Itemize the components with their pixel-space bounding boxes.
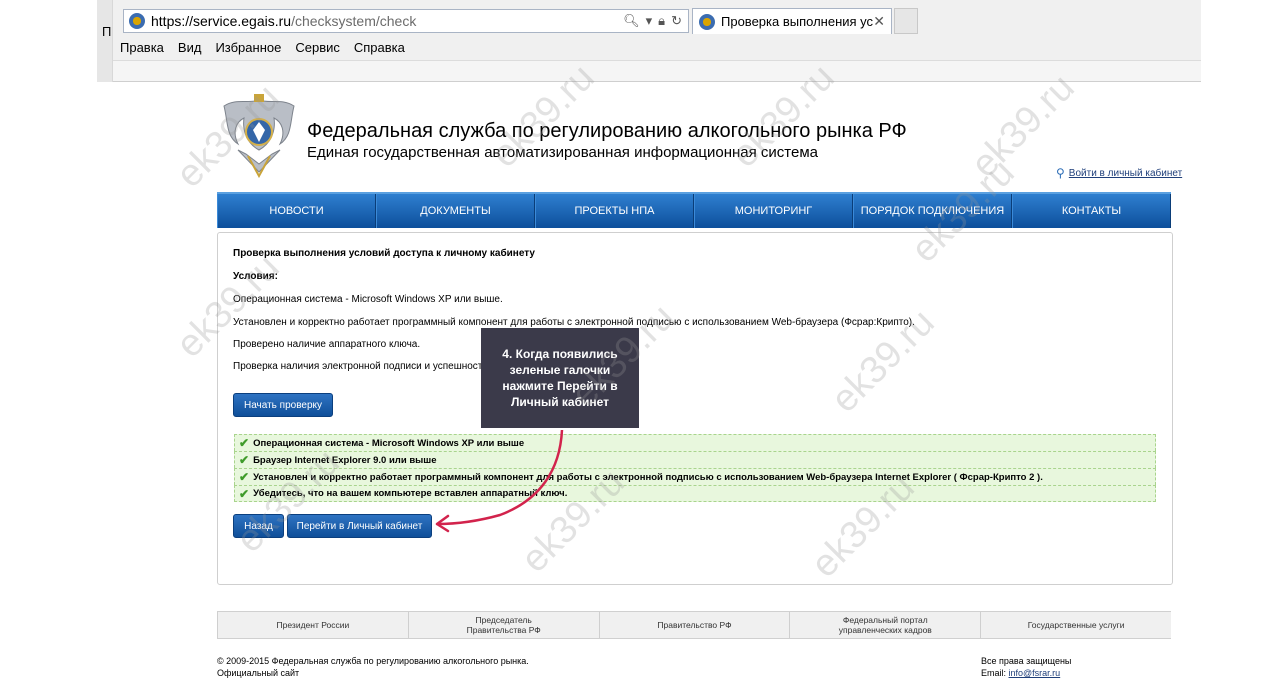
start-check-button[interactable]: Начать проверку (233, 393, 333, 417)
login-link[interactable]: ⚲ Войти в личный кабинет (1056, 166, 1182, 180)
menu-bar: Правка Вид Избранное Сервис Справка (113, 38, 1201, 58)
nav-documents[interactable]: ДОКУМЕНТЫ (376, 194, 535, 228)
check-panel: Проверка выполнения условий доступа к ли… (217, 232, 1173, 585)
footer-links: Президент России Председатель Правительс… (217, 611, 1171, 639)
tab-title: Проверка выполнения усл... (721, 14, 874, 29)
nav-monitoring[interactable]: МОНИТОРИНГ (694, 194, 853, 228)
footer-link-personnel-portal[interactable]: Федеральный портал управленческих кадров (789, 612, 980, 638)
background-window-caption: П (102, 24, 112, 39)
condition-line: Проверено наличие аппаратного ключа. (233, 339, 421, 350)
condition-line: Проверка наличия электронной подписи и у… (233, 361, 488, 372)
tab-favicon-icon (699, 13, 715, 30)
green-check-icon: ✔ (239, 453, 250, 467)
green-check-icon: ✔ (239, 486, 250, 501)
footer-link-gov-services[interactable]: Государственные услуги (980, 612, 1171, 638)
key-icon: ⚲ (1056, 166, 1065, 180)
nav-draft-acts[interactable]: ПРОЕКТЫ НПА (535, 194, 694, 228)
toolbar-strip (113, 60, 1201, 82)
check-results: ✔ Операционная система - Microsoft Windo… (234, 434, 1156, 502)
check-row: ✔ Браузер Internet Explorer 9.0 или выше (234, 451, 1156, 468)
dropdown-arrow-icon[interactable]: ▾ (646, 13, 653, 29)
search-icon[interactable]: 🔍︎ (623, 13, 640, 29)
nav-connection-procedure[interactable]: ПОРЯДОК ПОДКЛЮЧЕНИЯ (853, 194, 1012, 228)
site-title: Федеральная служба по регулированию алко… (307, 120, 907, 142)
refresh-icon[interactable]: ↻ (671, 13, 682, 29)
back-button[interactable]: Назад (233, 514, 284, 538)
check-row: ✔ Операционная система - Microsoft Windo… (234, 434, 1156, 451)
login-link-text[interactable]: Войти в личный кабинет (1069, 168, 1182, 179)
lock-icon[interactable]: 🔒︎ (658, 13, 665, 29)
nav-contacts[interactable]: КОНТАКТЫ (1012, 194, 1171, 228)
menu-view[interactable]: Вид (171, 38, 209, 58)
footer-link-president[interactable]: Президент России (217, 612, 408, 638)
menu-edit[interactable]: Правка (113, 38, 171, 58)
go-to-cabinet-button[interactable]: Перейти в Личный кабинет (287, 514, 432, 538)
footer-link-chairman[interactable]: Председатель Правительства РФ (407, 612, 599, 638)
main-navigation: НОВОСТИ ДОКУМЕНТЫ ПРОЕКТЫ НПА МОНИТОРИНГ… (217, 192, 1171, 228)
check-row: ✔ Убедитесь, что на вашем компьютере вст… (234, 485, 1156, 502)
browser-tab[interactable]: Проверка выполнения усл... ✕ (692, 8, 892, 34)
russian-coat-of-arms-icon (223, 94, 295, 178)
tab-close-icon[interactable]: ✕ (873, 13, 885, 30)
url-text[interactable]: https://service.egais.ru/checksystem/che… (151, 13, 623, 29)
instruction-callout: 4. Когда появились зеленые галочки нажми… (481, 328, 639, 428)
condition-line: Операционная система - Microsoft Windows… (233, 294, 503, 305)
site-favicon-icon (129, 13, 145, 29)
new-tab-button[interactable] (894, 8, 918, 34)
green-check-icon: ✔ (239, 436, 250, 450)
condition-line: Установлен и корректно работает программ… (233, 317, 915, 328)
site-subtitle: Единая государственная автоматизированна… (307, 144, 819, 161)
menu-tools[interactable]: Сервис (288, 38, 347, 58)
rights-block: Все права защищены Email: info@fsrar.ru (981, 656, 1072, 678)
conditions-label: Условия: (233, 271, 278, 282)
menu-favorites[interactable]: Избранное (208, 38, 288, 58)
email-link[interactable]: info@fsrar.ru (1009, 668, 1061, 678)
green-check-icon: ✔ (239, 470, 250, 484)
check-row: ✔ Установлен и корректно работает програ… (234, 468, 1156, 485)
background-window-strip: П (97, 0, 113, 82)
footer-link-government[interactable]: Правительство РФ (598, 612, 790, 638)
copyright: © 2009-2015 Федеральная служба по регули… (217, 656, 529, 678)
nav-news[interactable]: НОВОСТИ (217, 194, 376, 228)
panel-heading: Проверка выполнения условий доступа к ли… (233, 248, 535, 259)
menu-help[interactable]: Справка (347, 38, 412, 58)
address-bar[interactable]: https://service.egais.ru/checksystem/che… (123, 9, 689, 33)
web-page: Федеральная служба по регулированию алко… (0, 82, 1280, 681)
